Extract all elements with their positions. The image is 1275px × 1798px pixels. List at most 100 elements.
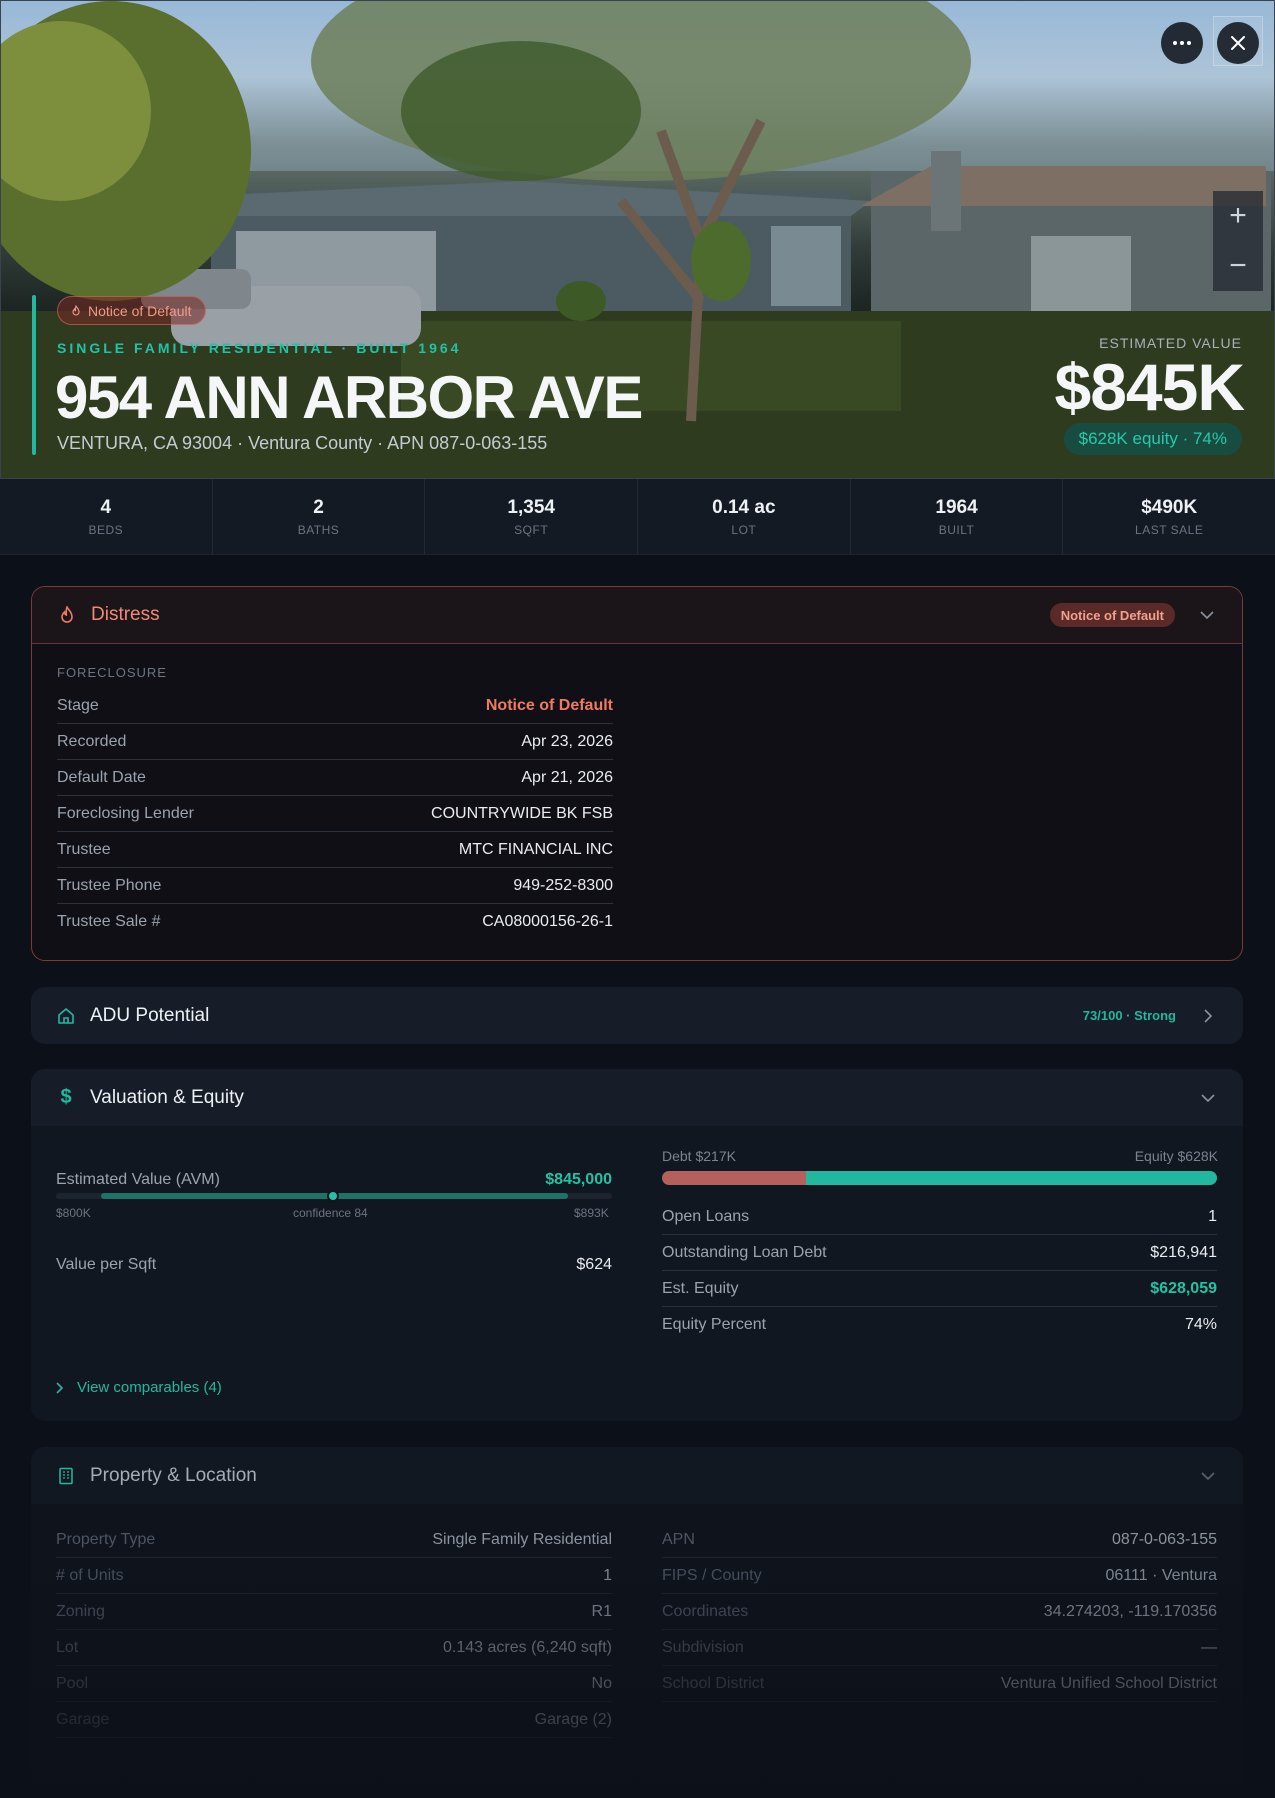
detail-label: Lot [56,1638,79,1656]
detail-value: MTC FINANCIAL INC [458,840,613,858]
detail-label: Zoning [56,1602,105,1620]
stats-strip: 4 BEDS 2 BATHS 1,354 SQFT 0.14 ac LOT 19… [0,479,1275,555]
detail-row: Garage Garage (2) [56,1702,612,1738]
detail-label: Open Loans [662,1207,750,1225]
valuation-card: $ Valuation & Equity Estimated Value (AV… [31,1069,1243,1421]
detail-label: Coordinates [662,1602,749,1620]
detail-row: Trustee Phone 949-252-8300 [57,868,613,904]
avm-range-high: $893K [574,1206,609,1220]
stat-lot: 0.14 ac LOT [638,479,851,554]
property-card: Property & Location Property Type Single … [31,1447,1243,1798]
detail-row: School District Ventura Unified School Di… [662,1666,1217,1702]
detail-row: Property Type Single Family Residential [56,1522,612,1558]
detail-value: $628,059 [1150,1279,1217,1297]
chevron-down-icon[interactable] [1198,1088,1218,1108]
detail-label: Trustee Sale # [57,913,161,930]
detail-value: 1 [1208,1207,1217,1225]
close-icon [1231,36,1245,50]
stat-label: SQFT [514,522,549,537]
adu-card[interactable]: ADU Potential 73/100 · Strong [31,987,1243,1044]
detail-row: Trustee Sale # CA08000156-26-1 [57,904,613,940]
valuation-header[interactable]: $ Valuation & Equity [31,1069,1243,1126]
detail-value: Notice of Default [485,696,613,714]
detail-value: Apr 21, 2026 [521,768,613,786]
detail-value: Garage (2) [534,1710,612,1728]
close-button[interactable] [1217,22,1259,64]
detail-label: School District [662,1674,765,1692]
detail-label: Outstanding Loan Debt [662,1243,827,1261]
property-title: Property & Location [90,1464,257,1486]
adu-score: 73/100 · Strong [1082,1008,1176,1023]
stat-value: 2 [313,496,324,518]
detail-value: Apr 23, 2026 [521,732,613,750]
valuation-title: Valuation & Equity [90,1086,244,1108]
avm-estimate-marker [327,1190,339,1202]
property-kicker: SINGLE FAMILY RESIDENTIAL · BUILT 1964 [57,340,462,356]
detail-value: 06111 · Ventura [1105,1566,1218,1584]
stat-built: 1964 BUILT [851,479,1064,554]
detail-label: Pool [56,1674,89,1692]
detail-label: Property Type [56,1530,156,1548]
detail-value: 949-252-8300 [513,876,613,894]
view-comparables-label: View comparables (4) [77,1379,222,1396]
detail-row: Pool No [56,1666,612,1702]
property-header[interactable]: Property & Location [31,1447,1243,1504]
detail-value: Single Family Residential [432,1530,612,1548]
detail-label: FIPS / County [662,1566,762,1584]
detail-value: 087-0-063-155 [1112,1530,1217,1548]
debt-segment [662,1171,807,1185]
detail-row: Coordinates 34.274203, -119.170356 [662,1594,1217,1630]
chevron-down-icon[interactable] [1198,1466,1218,1486]
stat-beds: 4 BEDS [0,479,213,554]
avm-label: Estimated Value (AVM) [56,1170,220,1188]
detail-row: Stage Notice of Default [57,688,613,724]
stat-value: 4 [100,496,112,518]
distress-header[interactable]: Distress Notice of Default [32,587,1242,644]
home-icon [56,1006,76,1026]
detail-label: Equity Percent [662,1316,767,1333]
detail-label: Foreclosing Lender [57,804,194,822]
value-per-sqft-label: Value per Sqft [56,1256,157,1273]
stat-label: BEDS [88,522,124,537]
detail-label: Trustee [57,840,111,858]
building-icon [56,1466,76,1486]
more-options-button[interactable] [1161,22,1203,64]
hero-photo: Notice of Default SINGLE FAMILY RESIDENT… [0,0,1275,479]
distress-status-pill: Notice of Default [1049,603,1175,627]
flame-icon [57,605,77,625]
avm-range-low: $800K [56,1206,91,1220]
detail-row: Recorded Apr 23, 2026 [57,724,613,760]
stat-value: 0.14 ac [712,496,776,518]
flame-icon [70,304,82,317]
detail-row: Outstanding Loan Debt $216,941 [662,1235,1217,1271]
view-comparables-link[interactable]: View comparables (4) [56,1379,222,1396]
stat-value: $490K [1141,496,1198,518]
dollar-icon: $ [60,1086,72,1108]
property-address: 954 ANN ARBOR AVE [55,364,643,431]
detail-value: 0.143 acres (6,240 sqft) [443,1638,612,1656]
detail-label: # of Units [56,1566,124,1584]
adu-header[interactable]: ADU Potential 73/100 · Strong [31,987,1243,1044]
chevron-right-icon[interactable] [1198,1006,1218,1026]
detail-row: Foreclosing Lender COUNTRYWIDE BK FSB [57,796,613,832]
detail-row: Lot 0.143 acres (6,240 sqft) [56,1630,612,1666]
value-per-sqft-value: $624 [576,1256,612,1273]
distress-badge-label: Notice of Default [88,302,192,319]
hero-accent-bar [32,295,36,455]
chevron-down-icon[interactable] [1197,605,1217,625]
property-location: VENTURA, CA 93004 · Ventura County · APN… [57,433,548,453]
detail-value: $216,941 [1150,1243,1217,1261]
stat-label: LOT [731,522,757,537]
distress-card: Distress Notice of Default FORECLOSURE S… [31,586,1243,961]
foreclosure-section-label: FORECLOSURE [57,665,167,680]
stat-label: BATHS [297,522,340,537]
zoom-out-button[interactable]: − [1213,241,1263,291]
detail-label: APN [662,1530,695,1548]
detail-value: No [591,1674,612,1692]
stat-label: BUILT [938,522,975,537]
distress-title: Distress [91,604,160,625]
equity-label: Equity $628K [1134,1148,1218,1164]
detail-row: FIPS / County 06111 · Ventura [662,1558,1217,1594]
detail-label: Est. Equity [662,1279,739,1297]
zoom-in-button[interactable]: + [1213,191,1263,241]
